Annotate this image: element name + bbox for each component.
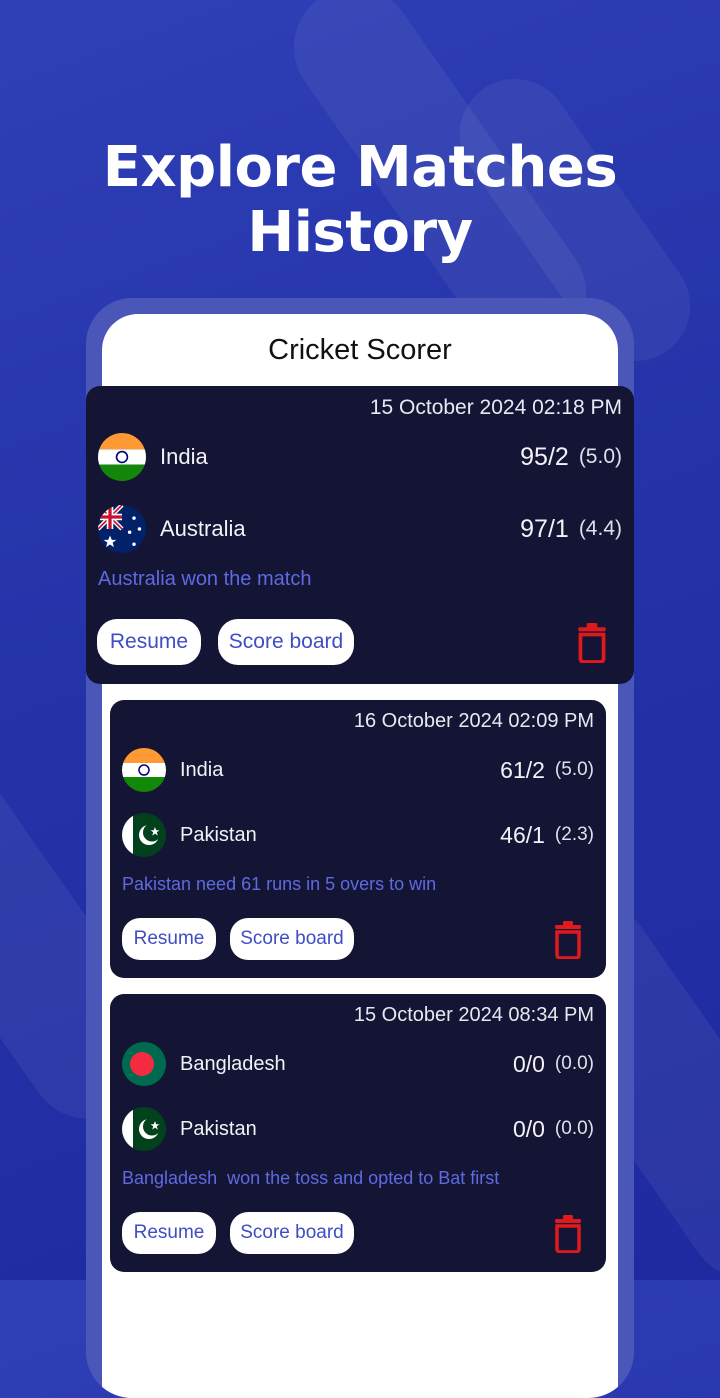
match-status: Australia won the match (98, 568, 312, 590)
team-overs: (4.4) (578, 517, 622, 540)
team-overs: (5.0) (554, 759, 594, 780)
match-card[interactable]: 15 October 2024 08:34 PM Bangladesh 0/0 … (110, 994, 606, 1272)
team-score: 46/1 (500, 821, 545, 848)
team-overs: (2.3) (554, 824, 594, 845)
delete-icon[interactable] (576, 623, 608, 663)
match-status: Pakistan need 61 runs in 5 overs to win (122, 874, 437, 894)
australia-flag-icon (98, 505, 146, 553)
team-score: 0/0 (512, 1115, 545, 1142)
bangladesh-flag-icon (122, 1042, 166, 1086)
team-score: 61/2 (500, 756, 545, 783)
team-score: 97/1 (520, 514, 569, 543)
resume-button[interactable]: Resume (122, 1212, 216, 1254)
match-date: 16 October 2024 02:09 PM (353, 710, 594, 732)
resume-button[interactable]: Resume (97, 619, 201, 665)
headline: Explore Matches History (102, 135, 618, 265)
scoreboard-button[interactable]: Score board (230, 918, 354, 960)
team-row: India 95/2 (5.0) (98, 431, 622, 483)
team-name: Pakistan (180, 1117, 257, 1140)
team-overs: (0.0) (554, 1053, 594, 1074)
team-row: Pakistan 46/1 (2.3) (122, 811, 594, 859)
pakistan-flag-icon (122, 813, 166, 857)
india-flag-icon (122, 748, 166, 792)
match-status: Bangladesh won the toss and opted to Bat… (122, 1168, 500, 1188)
resume-button[interactable]: Resume (122, 918, 216, 960)
team-name: India (180, 758, 224, 781)
scoreboard-button[interactable]: Score board (230, 1212, 354, 1254)
team-name: Bangladesh (180, 1052, 286, 1075)
pakistan-flag-icon (122, 1107, 166, 1151)
team-row: Australia 97/1 (4.4) (98, 503, 622, 555)
team-name: Pakistan (180, 823, 257, 846)
delete-icon[interactable] (553, 1215, 583, 1253)
match-date: 15 October 2024 02:18 PM (369, 396, 622, 419)
match-date: 15 October 2024 08:34 PM (353, 1004, 594, 1026)
app-title: Cricket Scorer (268, 334, 452, 366)
team-overs: (5.0) (578, 445, 622, 468)
team-name: India (160, 444, 208, 469)
team-name: Australia (160, 516, 246, 541)
india-flag-icon (98, 433, 146, 481)
match-card-highlighted[interactable]: 15 October 2024 02:18 PM India 95/2 (5.0… (86, 386, 634, 684)
team-row: India 61/2 (5.0) (122, 746, 594, 794)
team-row: Bangladesh 0/0 (0.0) (122, 1040, 594, 1088)
match-card[interactable]: 16 October 2024 02:09 PM India 61/2 (5.0… (110, 700, 606, 978)
delete-icon[interactable] (553, 921, 583, 959)
team-score: 95/2 (520, 442, 569, 471)
scoreboard-button[interactable]: Score board (218, 619, 354, 665)
team-overs: (0.0) (554, 1118, 594, 1139)
team-row: Pakistan 0/0 (0.0) (122, 1105, 594, 1153)
team-score: 0/0 (512, 1050, 545, 1077)
